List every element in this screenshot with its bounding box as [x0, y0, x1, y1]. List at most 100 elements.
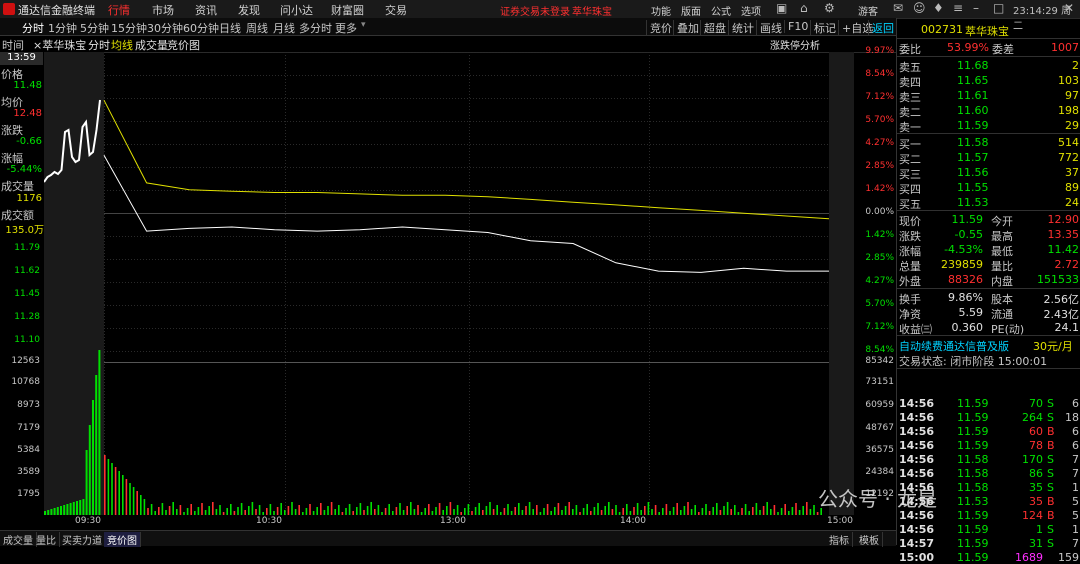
tick-side: B	[1047, 495, 1055, 508]
tool-huaxian[interactable]: 画线	[756, 20, 782, 36]
volume-bar	[651, 509, 653, 515]
menu-shichang[interactable]: 市场	[152, 2, 174, 18]
volume-bar	[716, 503, 718, 515]
volume-bar	[309, 504, 311, 515]
user-icon[interactable]: ☺	[913, 1, 926, 15]
more-chevron-icon[interactable]: ▾	[361, 20, 366, 30]
maximize-icon[interactable]: □	[993, 1, 1004, 15]
volume-bar	[449, 502, 452, 515]
menu-wenxiaoda[interactable]: 问小达	[280, 2, 313, 18]
menu-banmian[interactable]: 版面	[681, 3, 701, 18]
period-week[interactable]: 周线	[246, 20, 268, 36]
tick-volume: 35	[1029, 495, 1043, 508]
period-month[interactable]: 月线	[273, 20, 295, 36]
menu-xuanxiang[interactable]: 选项	[741, 3, 761, 18]
period-more[interactable]: 更多	[335, 20, 357, 36]
menu-icon[interactable]: ≡	[953, 1, 963, 15]
period-30min[interactable]: 30分钟	[147, 20, 183, 36]
volume-bar	[136, 491, 138, 515]
volume-bar	[507, 504, 509, 515]
tick-side: S	[1047, 537, 1054, 550]
volume-bar	[129, 483, 131, 515]
menu-zixun[interactable]: 资讯	[195, 2, 217, 18]
stat-value: 9.86%	[948, 291, 983, 304]
auction-volume-bar	[95, 375, 98, 515]
period-15min[interactable]: 15分钟	[111, 20, 147, 36]
pct-tick-label: 8.54%	[865, 69, 894, 79]
tick-side: B	[1047, 425, 1055, 438]
tool-jingjia[interactable]: 竞价	[646, 20, 672, 36]
auction-volume-bar	[72, 502, 75, 515]
tick-volume: 35	[1029, 481, 1043, 494]
period-multi[interactable]: 多分时	[299, 20, 332, 36]
volume-bar	[381, 512, 383, 515]
volume-bar	[107, 459, 110, 515]
stock-link[interactable]: 萃华珠宝	[572, 3, 612, 18]
period-5min[interactable]: 5分钟	[80, 20, 109, 36]
volume-bar	[474, 507, 477, 515]
shirt-icon[interactable]: ♦	[933, 1, 944, 15]
intraday-chart[interactable]	[44, 52, 854, 515]
tick-time: 14:56	[899, 523, 935, 536]
menu-gongneng[interactable]: 功能	[651, 3, 671, 18]
pct-tick-label: 4.27%	[865, 138, 894, 148]
volume-bar	[615, 505, 617, 515]
volume-bar	[647, 502, 650, 515]
menu-gongshi[interactable]: 公式	[711, 3, 731, 18]
tool-f10[interactable]: F10	[784, 20, 808, 33]
auction-volume-bar	[53, 508, 56, 515]
menu-jiaoyi[interactable]: 交易	[385, 2, 407, 18]
volume-bar	[244, 510, 246, 515]
volume-bar	[575, 505, 578, 515]
close-icon[interactable]: ✕	[1064, 1, 1074, 15]
volume-bar	[802, 506, 804, 515]
time-tick-label: 13:00	[440, 516, 466, 526]
stat-value: -0.55	[954, 228, 983, 241]
tick-volume: 86	[1029, 467, 1043, 480]
volume-bar	[672, 507, 675, 515]
auction-legend[interactable]: 竞价图	[167, 37, 200, 53]
volume-bar	[723, 506, 725, 515]
volume-bar	[392, 511, 394, 515]
auction-volume-bar	[88, 425, 91, 515]
menu-caifuquan[interactable]: 财富圈	[331, 2, 364, 18]
promo-row[interactable]: 自动续费通达信普及版 30元/月	[897, 337, 1080, 353]
tool-tongji[interactable]: 统计	[728, 20, 754, 36]
login-warning[interactable]: 证券交易未登录	[500, 3, 570, 18]
period-1min[interactable]: 1分钟	[48, 20, 77, 36]
auction-volume-bar	[98, 350, 101, 515]
volume-bar	[280, 503, 282, 515]
volume-bar	[611, 509, 614, 515]
menu-hangqing[interactable]: 行情	[108, 2, 130, 18]
tool-biaoji[interactable]: 标记	[810, 20, 836, 36]
volume-tick-label: 1795	[17, 489, 40, 499]
tick-side: S	[1047, 467, 1054, 480]
auction-volume-bar	[79, 500, 82, 515]
lock-icon[interactable]: ⌂	[800, 1, 808, 15]
volume-bar	[683, 506, 686, 515]
volume-bar	[676, 503, 678, 515]
tick-price: 11.59	[957, 411, 989, 424]
menu-faxian[interactable]: 发现	[238, 2, 260, 18]
tick-row: 14:56 11.59 264 S 18	[897, 410, 1080, 424]
tool-chaopan[interactable]: 超盘	[700, 20, 726, 36]
tick-time: 14:56	[899, 411, 935, 424]
volume-tick-label-right: 24384	[865, 467, 894, 477]
pct-tick-label: 0.00%	[865, 207, 894, 217]
period-day[interactable]: 日线	[219, 20, 241, 36]
volume-bar	[262, 512, 264, 515]
tools-icon[interactable]: ⚙	[824, 1, 835, 15]
volume-bar	[179, 505, 182, 515]
chart-header: 时间 ×萃华珠宝 分时 均线 成交量 竞价图 涨跌停分析	[0, 36, 896, 53]
volume-bar	[240, 503, 243, 515]
window-icon[interactable]: ▣	[776, 1, 787, 15]
volume-bar	[446, 506, 448, 515]
minimize-icon[interactable]: –	[973, 1, 979, 15]
volume-bar	[525, 506, 527, 515]
limit-analysis-link[interactable]: 涨跌停分析	[770, 37, 820, 52]
volume-bar	[428, 504, 430, 515]
volume-bar	[172, 502, 174, 515]
period-60min[interactable]: 60分钟	[183, 20, 219, 36]
tick-price: 11.58	[957, 481, 989, 494]
tool-diejia[interactable]: 叠加	[673, 20, 699, 36]
